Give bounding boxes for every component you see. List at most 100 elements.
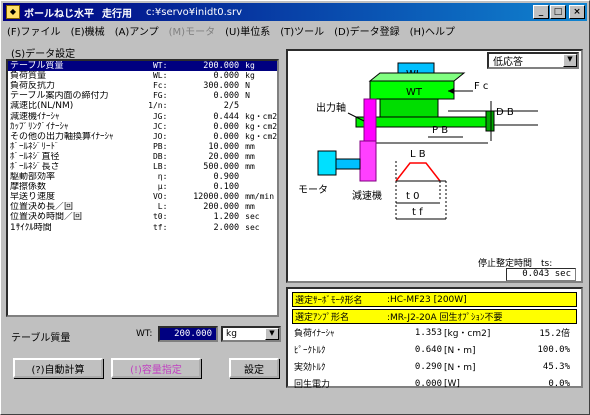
param-symbol: tf:	[152, 222, 168, 232]
param-row[interactable]: ﾎﾞｰﾙﾈｼﾞﾘｰﾄﾞ PB: 10.000 mm	[8, 142, 277, 152]
gear-upper	[363, 98, 377, 144]
response-dropdown[interactable]: 低応答 ▼	[487, 52, 579, 69]
gear-lower	[359, 140, 377, 182]
param-unit: N	[245, 81, 250, 91]
param-row[interactable]: その他の出力軸換算ｲﾅｰｼｬ JO: 0.000 kg・cm2	[8, 132, 277, 142]
speed-profile	[395, 162, 441, 182]
param-row[interactable]: 1ｻｲｸﾙ時間 tf: 2.000 sec	[8, 223, 277, 233]
ball-screw-drawing: WL WT F c D B P B L B	[298, 62, 538, 221]
title-bar: ◆ ボールねじ水平 走行用 c:¥servo¥inidt0.srv _ □ ×	[3, 3, 587, 21]
param-row[interactable]: 位置決め時間／回 t0: 1.200 sec	[8, 212, 277, 222]
param-unit: mm	[245, 161, 255, 171]
response-dropdown-value: 低応答	[493, 57, 523, 68]
param-row[interactable]: ｶｯﾌﾟﾘﾝｸﾞｲﾅｰｼｬ JC: 0.000 kg・cm2	[8, 122, 277, 132]
param-name: 摩擦係数	[10, 182, 47, 193]
menu-amp[interactable]: (A)アンプ	[115, 23, 159, 38]
menu-machine[interactable]: (E)機械	[71, 23, 105, 38]
param-symbol: L:	[157, 202, 168, 212]
param-row[interactable]: ﾎﾞｰﾙﾈｼﾞ長さ LB: 500.000 mm	[8, 162, 277, 172]
param-unit: mm	[245, 151, 255, 161]
menu-motor[interactable]: (M)モータ	[169, 23, 215, 38]
param-value: 300.000	[203, 81, 240, 92]
param-value: 0.000	[213, 71, 240, 82]
param-name: 減速機ｲﾅｰｼｬ	[10, 111, 60, 122]
capacity-button[interactable]: (!)容量指定	[111, 358, 201, 378]
param-row[interactable]: テーブル質量 WT: 200.000 kg	[8, 61, 277, 72]
amp-row: 選定ｱﾝﾌﾟ形名 :MR-J2-20A 回生ｵﾌﾟｼｮﾝ不要	[292, 309, 577, 324]
param-symbol: Fc:	[152, 81, 168, 91]
param-row[interactable]: ﾎﾞｰﾙﾈｼﾞ直径 DB: 20.000 mm	[8, 152, 277, 162]
lb-label: L B	[410, 149, 426, 160]
menu-help[interactable]: (H)ヘルプ	[410, 23, 455, 38]
param-symbol: JG:	[152, 111, 168, 121]
param-row[interactable]: 駆動部効率 η: 0.900	[8, 172, 277, 182]
output-shaft-label: 出力軸	[316, 101, 346, 114]
servo-motor-row: 選定ｻｰﾎﾞﾓｰﾀ形名 :HC-MF23 [200W]	[292, 292, 577, 307]
title-path: c:¥servo¥inidt0.srv	[146, 6, 243, 18]
param-row[interactable]: 摩擦係数 μ: 0.100	[8, 182, 277, 192]
menu-units[interactable]: (U)単位系	[225, 23, 270, 38]
result-row: ﾋﾟｰｸﾄﾙｸ 0.640 [N・m] 100.0%	[294, 344, 570, 357]
param-unit: sec	[245, 222, 260, 232]
title-app: ボールねじ水平	[24, 8, 94, 20]
unit-dropdown[interactable]: kg ▼	[221, 326, 281, 342]
maximize-button[interactable]: □	[550, 5, 566, 19]
param-name: 早送り速度	[10, 192, 56, 203]
motor-label: モータ	[298, 184, 328, 196]
param-symbol: PB:	[152, 141, 168, 151]
minimize-button[interactable]: _	[533, 5, 549, 19]
param-symbol: JC:	[152, 121, 168, 131]
param-name: テーブル案内面の締付力	[10, 91, 109, 102]
menu-file[interactable]: (F)ファイル	[7, 23, 61, 38]
param-value: 0.000	[213, 121, 240, 132]
tf-label: t f	[412, 207, 423, 218]
param-name: 減速比(NL/NM)	[10, 101, 74, 112]
param-unit: kg	[245, 61, 255, 71]
param-symbol: LB:	[152, 161, 168, 171]
param-value: 12000.000	[193, 192, 240, 203]
settle-time-value: 0.043 sec	[506, 268, 576, 281]
param-name: ﾎﾞｰﾙﾈｼﾞﾘｰﾄﾞ	[10, 141, 60, 152]
servo-motor-value: :HC-MF23 [200W]	[387, 294, 467, 305]
param-value: 200.000	[203, 61, 240, 72]
param-unit: kg・cm2	[245, 121, 278, 131]
param-row[interactable]: 減速機ｲﾅｰｼｬ JG: 0.444 kg・cm2	[8, 111, 277, 122]
unit-dropdown-value: kg	[226, 329, 237, 339]
param-symbol: JO:	[152, 131, 168, 141]
ball-screw-app-icon[interactable]: ◆	[6, 5, 20, 19]
pb-label: P B	[432, 125, 448, 136]
set-button[interactable]: 設定	[229, 358, 279, 378]
servo-motor-label: 選定ｻｰﾎﾞﾓｰﾀ形名	[295, 296, 363, 306]
param-row[interactable]: 負荷質量 WL: 0.000 kg	[8, 71, 277, 81]
param-row[interactable]: テーブル案内面の締付力 FG: 0.000 N	[8, 91, 277, 101]
chevron-down-icon[interactable]: ▼	[563, 54, 577, 67]
param-name: ｶｯﾌﾟﾘﾝｸﾞｲﾅｰｼｬ	[10, 121, 69, 132]
amp-label: 選定ｱﾝﾌﾟ形名	[295, 313, 350, 323]
window-controls: _ □ ×	[532, 5, 585, 19]
auto-calc-button[interactable]: (?)自動計算	[13, 358, 103, 378]
param-row[interactable]: 位置決め長／回 L: 200.000 mm	[8, 202, 277, 212]
param-unit: mm	[245, 141, 255, 151]
param-row[interactable]: 早送り速度 VO: 12000.000 mm/min	[8, 192, 277, 202]
db-label: D B	[496, 107, 514, 118]
param-unit: sec	[245, 212, 260, 222]
chevron-down-icon[interactable]: ▼	[265, 328, 279, 340]
menu-data-register[interactable]: (D)データ登録	[334, 23, 400, 38]
result-row: 負荷ｲﾅｰｼｬ 1.353 [kg・cm2] 15.2倍	[294, 327, 570, 340]
table-mass-input[interactable]: 200.000	[158, 326, 218, 342]
param-unit: mm	[245, 202, 255, 212]
param-row[interactable]: 負荷反抗力 Fc: 300.000 N	[8, 81, 277, 91]
result-row: 実効ﾄﾙｸ 0.290 [N・m] 45.3%	[294, 361, 570, 374]
param-unit: N	[245, 91, 250, 101]
param-name: 位置決め時間／回	[10, 212, 83, 223]
wt-label: WT	[406, 87, 423, 98]
parameter-list[interactable]: テーブル質量 WT: 200.000 kg 負荷質量 WL: 0.000 kg 負荷反抗力 Fc:…	[6, 59, 279, 317]
param-value: 0.000	[213, 131, 240, 142]
param-row[interactable]: 減速比(NL/NM) 1/n: 2/5	[8, 101, 277, 111]
param-symbol: WT:	[152, 61, 168, 71]
menu-tools[interactable]: (T)ツール	[280, 23, 324, 38]
param-symbol: DB:	[152, 151, 168, 161]
param-name: 負荷質量	[10, 71, 47, 82]
close-button[interactable]: ×	[569, 5, 585, 19]
fc-label: F c	[474, 81, 488, 92]
